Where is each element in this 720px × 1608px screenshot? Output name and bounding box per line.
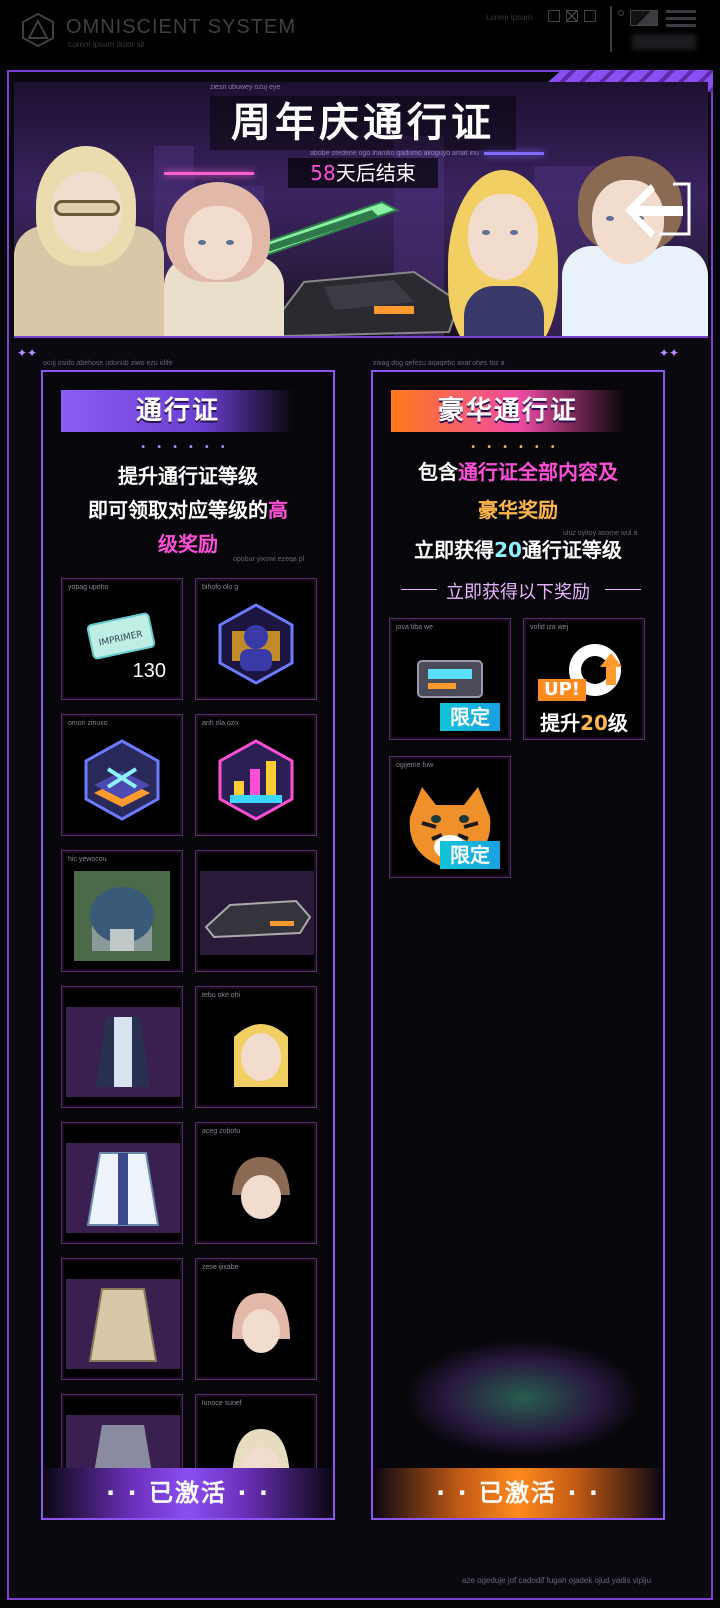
outfit-icon (66, 1007, 180, 1097)
dots-divider: •••••• (470, 442, 566, 453)
sparkle-icon: ✦✦ (17, 346, 38, 360)
pass-desc-line1: 提升通行证等级 (118, 464, 258, 488)
system-title: OMNISCIENT SYSTEM (66, 16, 296, 38)
banner-noise-text: abobe otedene ogo ihaniko qadumo akoguyo… (310, 150, 479, 157)
level-up-text: 提升20级 (540, 711, 628, 735)
deluxe-reward-tile[interactable]: vofid iza wej UP! 提升20级 (523, 618, 645, 740)
banner: ziesri ubuwey ozuj eye 周年庆通行证 abobe oted… (14, 82, 708, 338)
pass-title: 通行证 (61, 390, 295, 432)
dot-icon (618, 10, 624, 16)
countdown-suffix: 天后结束 (335, 161, 416, 185)
system-bar: OMNISCIENT SYSTEM Lorem ipsum dolor sit … (0, 0, 720, 64)
system-logo-icon (22, 12, 54, 48)
deluxe-reward-tile[interactable]: ogijeme fuw 限定 (389, 756, 511, 878)
subhead-line (605, 589, 641, 590)
square-icon (584, 10, 596, 22)
vehicle-box-icon (417, 660, 483, 698)
deluxe-reward-tile[interactable]: jova tiba we 限定 (389, 618, 511, 740)
pink-hair-portrait-icon (232, 1293, 290, 1353)
deluxe-subhead: 立即获得以下奖励 (446, 582, 590, 603)
reward-tile[interactable] (195, 850, 317, 972)
reward-tile[interactable]: bihofo olo g (195, 578, 317, 700)
countdown-number: 58 (310, 161, 336, 185)
brown-hair-portrait-icon (232, 1157, 290, 1219)
character-center-left (154, 146, 294, 336)
reward-tile[interactable] (61, 1122, 183, 1244)
column-noise-text: zixag dog qefezu aqaqebo axat ohes toz a (373, 360, 505, 367)
footer-noise-text: aze ogeduje jof cadodif fugah ojadek oju… (462, 1576, 652, 1585)
pass-activated-button[interactable]: · · 已激活 · · (43, 1468, 333, 1518)
trench-coat-icon (66, 1279, 180, 1369)
reward-quantity: 130 (132, 660, 166, 682)
chart-badge-icon (218, 739, 294, 821)
character-left (14, 116, 164, 336)
deluxe-pass-title: 豪华通行证 (391, 390, 625, 432)
reward-tile[interactable]: arih ola ozo (195, 714, 317, 836)
deluxe-desc-line3: 立即获得20通行证等级 (414, 538, 622, 562)
reward-tile[interactable]: aceg zobotu (195, 1122, 317, 1244)
reward-tile[interactable]: hic yewocou (61, 850, 183, 972)
reward-tile[interactable]: yopag upoho IMPRIMER 130 (61, 578, 183, 700)
system-right-text: Lorem ipsum (486, 13, 533, 22)
pass-column: ocuj osido abehose udonub ziwo ezu idife… (41, 360, 335, 1520)
ticket-icon: IMPRIMER (86, 612, 156, 660)
deluxe-desc-line1: 包含通行证全部内容及 (418, 460, 618, 484)
dome-building-icon (74, 871, 170, 961)
menu-lines-icon (666, 10, 696, 28)
page-title: 周年庆通行证 (210, 96, 516, 150)
system-subtitle: Lorem ipsum dolor sit (68, 40, 145, 49)
reward-tile[interactable] (61, 1258, 183, 1380)
reward-tile[interactable] (61, 986, 183, 1108)
blonde-portrait-icon (234, 1024, 288, 1087)
sparkle-icon: ✦✦ (659, 346, 680, 360)
limited-badge: 限定 (440, 703, 500, 731)
main-frame: ziesri ubuwey ozuj eye 周年庆通行证 abobe oted… (7, 70, 713, 1600)
vehicle-icon (200, 871, 314, 955)
back-arrow-button[interactable] (615, 176, 695, 242)
column-noise-text: ocuj osido abehose udonub ziwo ezu idife (43, 360, 173, 367)
reward-tile[interactable]: omori zinuxo (61, 714, 183, 836)
character-center-right (444, 146, 564, 336)
close-box-icon (566, 10, 578, 22)
avatar-frame-icon (218, 603, 294, 685)
decoration-badge-icon (84, 739, 160, 821)
flag-icon (630, 10, 658, 26)
banner-noise-text: ziesri ubuwey ozuj eye (210, 84, 281, 91)
square-icon (548, 10, 560, 22)
glow-effect (403, 1338, 643, 1458)
countdown-tag: 58天后结束 (288, 158, 438, 188)
reward-tile[interactable]: tebu oke ohi (195, 986, 317, 1108)
column-noise-text: opobur yixowi ezeqa pl (233, 556, 305, 563)
up-label: UP! (538, 679, 586, 701)
white-coat-icon (66, 1143, 180, 1233)
pass-desc-line2: 即可领取对应等级的高 (88, 498, 288, 522)
dots-divider: •••••• (140, 442, 236, 453)
divider (610, 6, 612, 52)
deluxe-desc-line2: 豪华奖励 (478, 498, 558, 522)
deluxe-activated-button[interactable]: · · 已激活 · · (373, 1468, 663, 1518)
reward-tile[interactable]: zese ijixabe (195, 1258, 317, 1380)
limited-badge: 限定 (440, 841, 500, 869)
deluxe-pass-column: zixag dog qefezu aqaqebo axat ohes toz a… (371, 360, 665, 1520)
blurred-label (632, 34, 696, 50)
